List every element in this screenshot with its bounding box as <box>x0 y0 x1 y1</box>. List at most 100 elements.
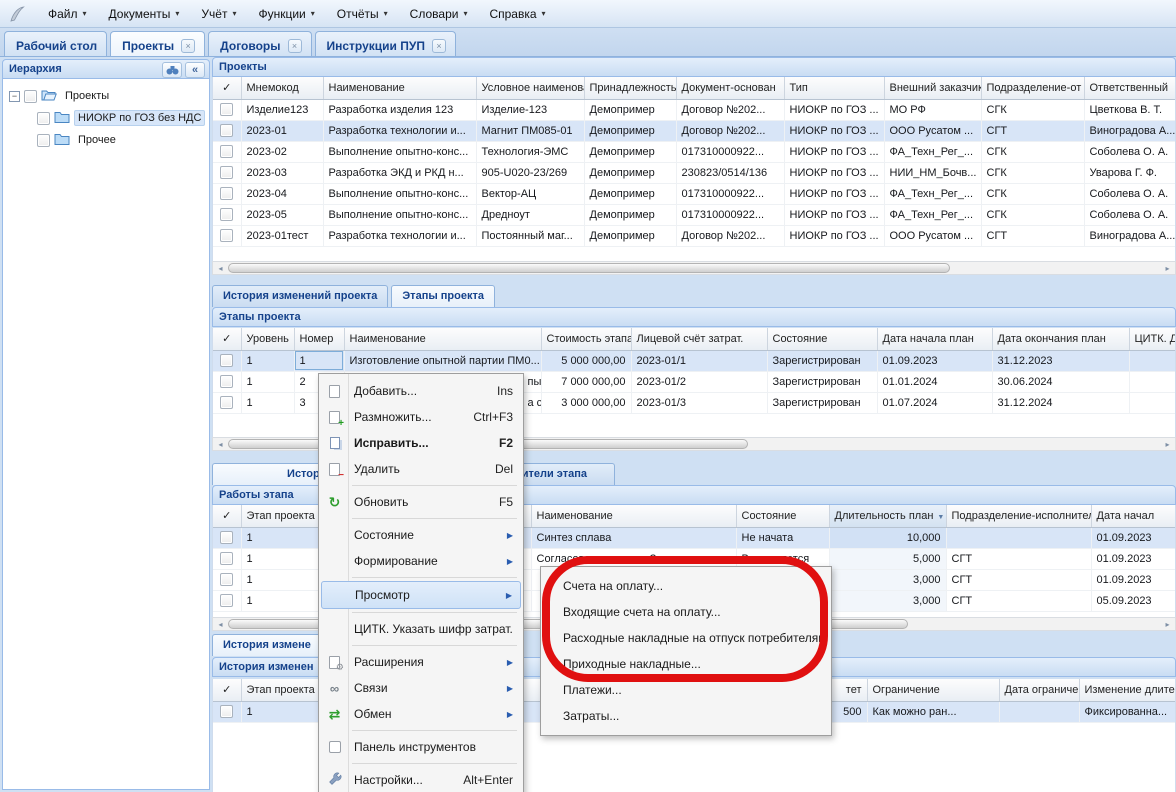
column-header[interactable]: Наименование <box>344 328 541 350</box>
tree-checkbox[interactable] <box>37 112 50 125</box>
scroll-right-button[interactable]: ▸ <box>1160 262 1175 274</box>
detail-tab[interactable]: История измене <box>212 634 322 656</box>
menubar-item[interactable]: Функции▾ <box>248 3 326 25</box>
column-header[interactable]: Изменение длите <box>1079 679 1176 701</box>
column-header[interactable]: Состояние <box>767 328 877 350</box>
table-row[interactable]: 2023-01тестРазработка технологии и...Пос… <box>213 225 1176 246</box>
scroll-left-button[interactable]: ◂ <box>213 438 228 450</box>
row-checkbox[interactable] <box>220 594 233 607</box>
row-checkbox[interactable] <box>220 705 233 718</box>
row-checkbox[interactable] <box>220 573 233 586</box>
tree-checkbox[interactable] <box>24 90 37 103</box>
column-header[interactable]: Номер <box>294 328 344 350</box>
column-header[interactable]: Наименование <box>531 505 736 527</box>
column-header[interactable]: Дата начал <box>1091 505 1176 527</box>
column-header[interactable]: Ответственный <box>1084 77 1176 99</box>
detail-tab[interactable]: Этапы проекта <box>391 285 495 307</box>
tree-node[interactable]: −Проекты <box>3 85 209 107</box>
column-header[interactable]: Дата ограничения <box>999 679 1079 701</box>
menubar-item[interactable]: Файл▾ <box>38 3 99 25</box>
column-header[interactable]: ЦИТК. Д <box>1129 328 1176 350</box>
context-menu-item[interactable]: Исправить...F2 <box>321 430 521 456</box>
menubar-item[interactable]: Справка▾ <box>479 3 557 25</box>
find-in-tree-button[interactable] <box>162 62 182 78</box>
scroll-left-button[interactable]: ◂ <box>213 262 228 274</box>
row-checkbox[interactable] <box>220 552 233 565</box>
main-tab[interactable]: Проекты× <box>110 31 205 56</box>
main-tab[interactable]: Договоры× <box>208 31 311 56</box>
detail-tab[interactable]: История изменений проекта <box>212 285 388 307</box>
context-menu-item[interactable]: УдалитьDel <box>321 456 521 482</box>
column-header[interactable]: Принадлежность <box>584 77 676 99</box>
column-header[interactable]: Дата начала план <box>877 328 992 350</box>
scroll-right-button[interactable]: ▸ <box>1160 618 1175 630</box>
table-row[interactable]: 2023-05Выполнение опытно-конс...Дредноут… <box>213 204 1176 225</box>
tree-node[interactable]: НИОКР по ГОЗ без НДС <box>3 107 209 129</box>
column-header[interactable]: Дата окончания план <box>992 328 1129 350</box>
column-header[interactable]: Длительность план▼ <box>829 505 946 527</box>
menubar-item[interactable]: Документы▾ <box>99 3 192 25</box>
context-menu-item[interactable]: ∞Связи▶ <box>321 675 521 701</box>
column-header[interactable]: ✓ <box>213 77 241 99</box>
horizontal-scrollbar[interactable]: ◂ ▸ <box>212 261 1176 275</box>
tree-checkbox[interactable] <box>37 134 50 147</box>
context-menu-item[interactable]: Расширения▶ <box>321 649 521 675</box>
menubar-item[interactable]: Отчёты▾ <box>327 3 400 25</box>
table-row[interactable]: Изделие123Разработка изделия 123Изделие-… <box>213 99 1176 120</box>
tree-collapse-icon[interactable]: − <box>9 91 20 102</box>
column-header[interactable]: Лицевой счёт затрат. <box>631 328 767 350</box>
row-checkbox[interactable] <box>220 166 233 179</box>
row-checkbox[interactable] <box>220 124 233 137</box>
column-header[interactable]: ✓ <box>213 328 241 350</box>
column-header[interactable]: Стоимость этапа <box>541 328 631 350</box>
menubar-item[interactable]: Учёт▾ <box>191 3 248 25</box>
column-header[interactable]: Мнемокод <box>241 77 323 99</box>
column-header[interactable]: ✓ <box>213 505 241 527</box>
row-checkbox[interactable] <box>220 208 233 221</box>
context-menu-item[interactable]: Просмотр▶ <box>321 581 521 609</box>
column-header[interactable]: Внешний заказчик <box>884 77 981 99</box>
context-menu-item[interactable]: Добавить...Ins <box>321 378 521 404</box>
row-checkbox[interactable] <box>220 187 233 200</box>
menubar-item[interactable]: Словари▾ <box>400 3 480 25</box>
scroll-thumb[interactable] <box>228 263 950 273</box>
context-menu-item[interactable]: Панель инструментов <box>321 734 521 760</box>
column-header[interactable]: Подразделение-исполнитель.. <box>946 505 1091 527</box>
scroll-right-button[interactable]: ▸ <box>1160 438 1175 450</box>
row-checkbox[interactable] <box>220 396 233 409</box>
column-header[interactable]: Подразделение-от <box>981 77 1084 99</box>
context-menu-item[interactable]: Состояние▶ <box>321 522 521 548</box>
table-row[interactable]: 2023-02Выполнение опытно-конс...Технолог… <box>213 141 1176 162</box>
context-menu-item[interactable]: ЦИТК. Указать шифр затрат... <box>321 616 521 642</box>
row-checkbox[interactable] <box>220 229 233 242</box>
row-checkbox[interactable] <box>220 354 233 367</box>
table-row[interactable]: 2023-01Разработка технологии и...Магнит … <box>213 120 1176 141</box>
column-header[interactable]: ✓ <box>213 679 241 701</box>
context-menu-item[interactable]: Настройки...Alt+Enter <box>321 767 521 792</box>
context-menu-item[interactable]: Формирование▶ <box>321 548 521 574</box>
table-row[interactable]: 2023-04Выполнение опытно-конс...Вектор-А… <box>213 183 1176 204</box>
submenu-item[interactable]: Затраты... <box>543 703 829 729</box>
table-row[interactable]: 11Изготовление опытной партии ПМ0...5 00… <box>213 350 1176 371</box>
row-checkbox[interactable] <box>220 531 233 544</box>
tree-node[interactable]: Прочее <box>3 129 209 151</box>
context-menu-item[interactable]: ⇄Обмен▶ <box>321 701 521 727</box>
tab-close-icon[interactable]: × <box>288 39 302 53</box>
toolbar-checkbox-icon[interactable] <box>329 741 341 753</box>
column-header[interactable]: Уровень <box>241 328 294 350</box>
column-header[interactable]: Условное наименова <box>476 77 584 99</box>
tab-close-icon[interactable]: × <box>432 39 446 53</box>
column-header[interactable]: Состояние <box>736 505 829 527</box>
table-row[interactable]: 2023-03Разработка ЭКД и РКД н...905-U020… <box>213 162 1176 183</box>
tab-close-icon[interactable]: × <box>181 39 195 53</box>
context-menu-item[interactable]: Размножить...Ctrl+F3 <box>321 404 521 430</box>
row-checkbox[interactable] <box>220 375 233 388</box>
column-header[interactable]: Наименование <box>323 77 476 99</box>
main-tab[interactable]: Рабочий стол <box>4 31 107 56</box>
column-header[interactable]: Тип <box>784 77 884 99</box>
collapse-panel-button[interactable]: « <box>185 62 205 78</box>
scroll-left-button[interactable]: ◂ <box>213 618 228 630</box>
column-header[interactable]: Ограничение <box>867 679 999 701</box>
main-tab[interactable]: Инструкции ПУП× <box>315 31 456 56</box>
row-checkbox[interactable] <box>220 103 233 116</box>
